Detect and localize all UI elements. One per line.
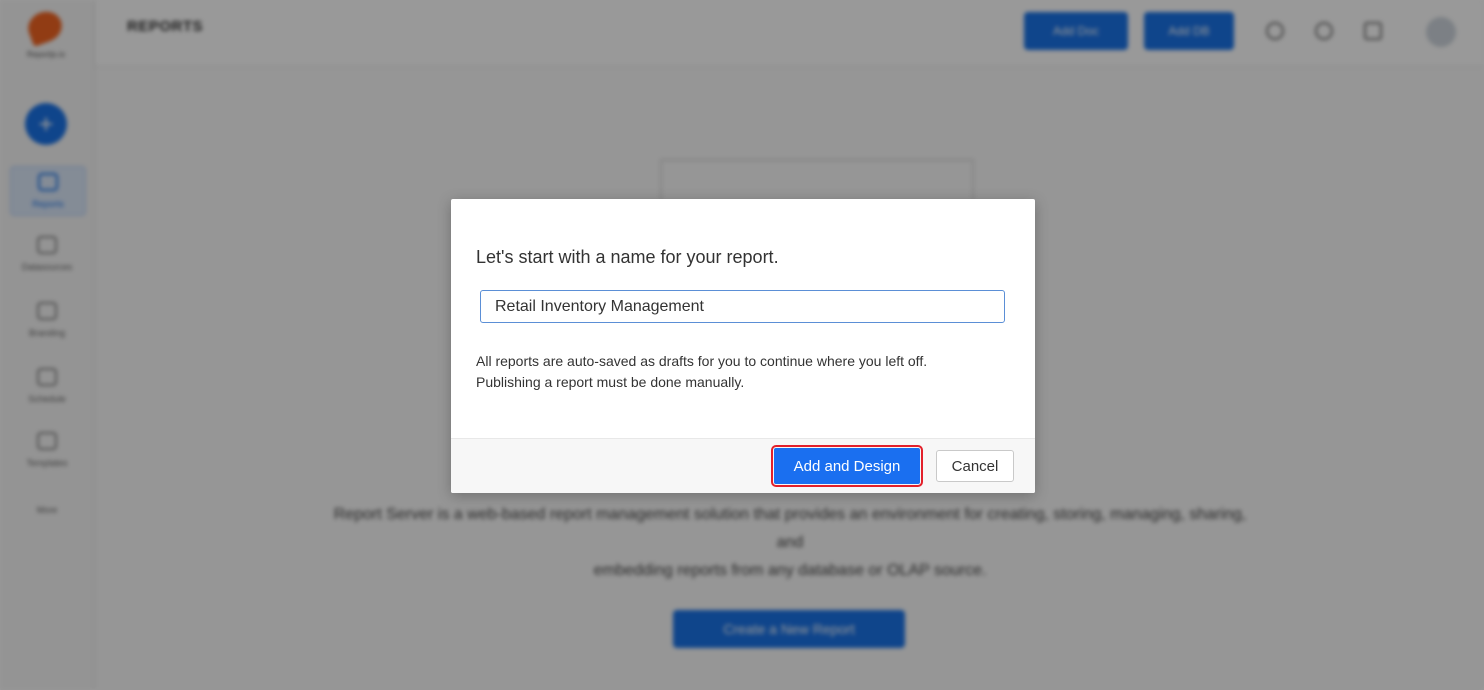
dialog-footer: Add and Design Cancel <box>451 438 1035 493</box>
autosave-note: All reports are auto-saved as drafts for… <box>476 353 928 390</box>
dialog-title: Let's start with a name for your report. <box>476 247 779 267</box>
cancel-button[interactable]: Cancel <box>936 450 1014 482</box>
report-name-input[interactable] <box>480 290 1005 323</box>
new-report-dialog: Let's start with a name for your report.… <box>451 199 1035 493</box>
add-and-design-button[interactable]: Add and Design <box>771 445 923 487</box>
